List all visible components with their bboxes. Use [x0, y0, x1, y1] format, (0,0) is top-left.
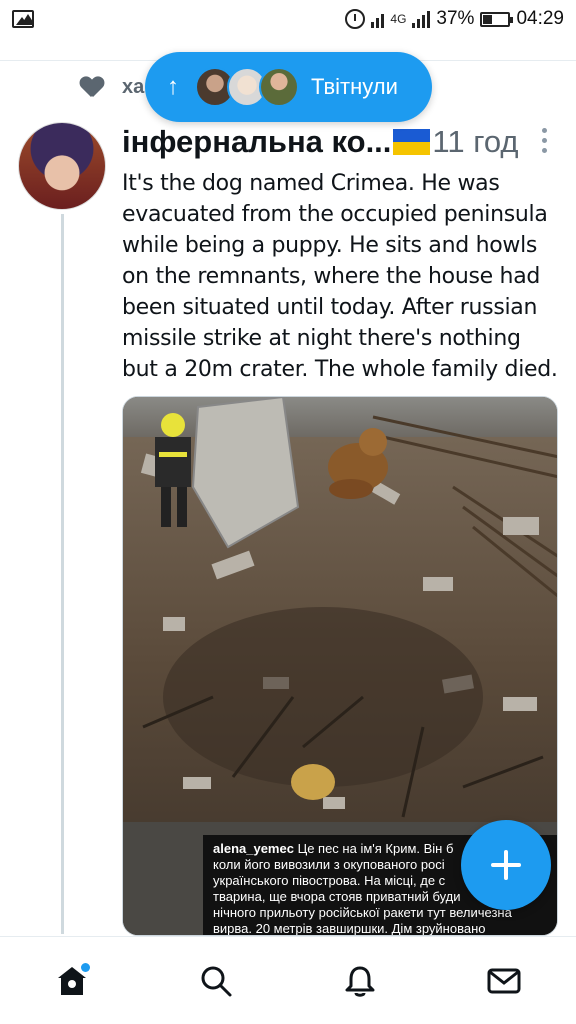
caption-line: коли його вивозили з окупованого росі: [213, 857, 445, 872]
nav-home[interactable]: [42, 951, 102, 1011]
pill-avatars: [195, 67, 299, 107]
caption-line: тварина, ще вчора стояв приватний буди: [213, 889, 461, 904]
author-avatar[interactable]: [18, 122, 106, 210]
social-context[interactable]: ха: [80, 76, 144, 99]
caption-line: нічного прильоту російської ракети тут в…: [213, 905, 512, 920]
arrow-up-icon: ↑: [167, 73, 179, 100]
social-context-text: ха: [122, 76, 145, 98]
caption-username: alena_yemec: [213, 841, 294, 856]
search-icon: [201, 966, 232, 996]
caption-line: вирва. 20 метрів завширшки. Дім зруйнова…: [213, 921, 486, 936]
heart-icon: [80, 77, 104, 99]
gallery-notification-icon: [12, 10, 34, 28]
caption-line: українського півострова. На місці, де с: [213, 873, 446, 888]
battery-icon: [480, 11, 514, 27]
notifications-icon: [345, 966, 375, 997]
bottom-navigation: [0, 936, 576, 1024]
author-display-name[interactable]: інфернальна ко...: [122, 124, 391, 160]
nav-search[interactable]: [186, 951, 246, 1011]
alarm-icon: [345, 9, 366, 29]
plus-icon: [491, 850, 521, 880]
tweet-timestamp[interactable]: 11 год: [432, 124, 518, 160]
tweet-header: інфернальна ко... 11 год: [122, 122, 562, 162]
ukraine-flag-icon: [393, 129, 431, 155]
network-type: 4G: [390, 12, 407, 26]
compose-tweet-button[interactable]: [461, 820, 551, 910]
messages-icon: [487, 968, 521, 993]
avatar: [259, 67, 299, 107]
clock: 04:29: [516, 8, 564, 29]
notification-dot: [81, 962, 90, 972]
caption-line: Це пес на ім'я Крим. Він б: [297, 841, 454, 856]
tweet-text: It's the dog named Crimea. He was evacua…: [122, 171, 558, 382]
nav-messages[interactable]: [474, 951, 534, 1011]
new-tweets-button[interactable]: ↑ Твітнули: [145, 52, 432, 122]
status-bar: 4G 37% 04:29: [0, 0, 576, 38]
signal-icon: [371, 10, 385, 28]
new-tweets-label: Твітнули: [311, 74, 398, 99]
nav-notifications[interactable]: [330, 951, 390, 1011]
signal-strength-icon: [412, 10, 431, 28]
battery-percent: 37%: [436, 8, 475, 29]
more-options-icon[interactable]: [542, 128, 548, 153]
thread-line: [61, 214, 64, 934]
